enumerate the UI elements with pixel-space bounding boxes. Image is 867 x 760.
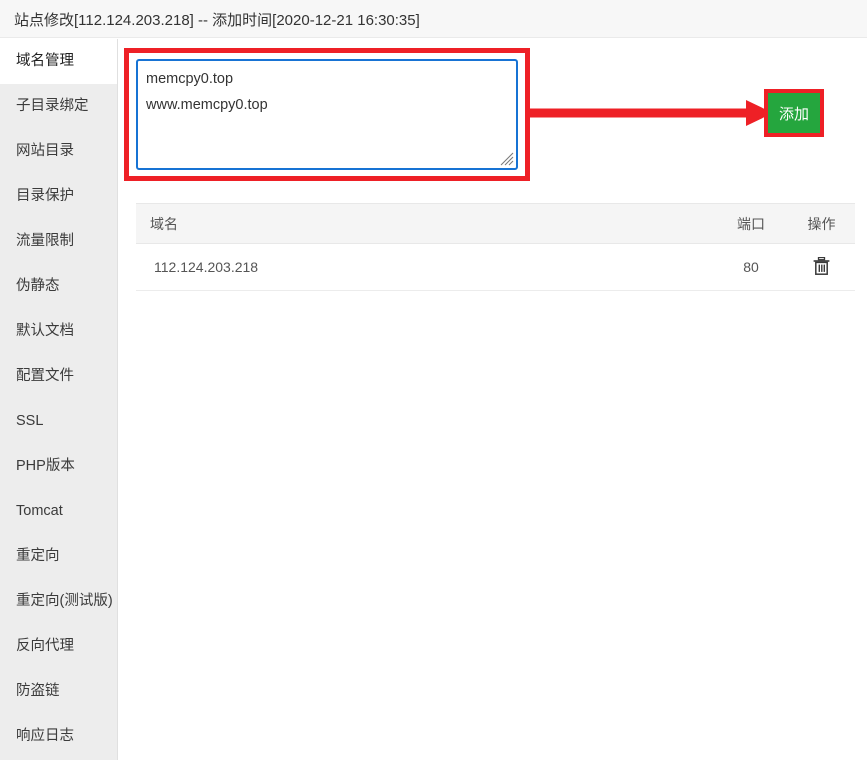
sidebar-item-ssl[interactable]: SSL [0,399,117,444]
sidebar-item-pseudo-static[interactable]: 伪静态 [0,264,117,309]
sidebar-item-label: 默认文档 [16,323,74,339]
delete-domain-button[interactable] [813,256,830,275]
sidebar-item-label: 域名管理 [16,53,74,69]
sidebar-item-php-version[interactable]: PHP版本 [0,444,117,489]
sidebar-item-label: SSL [16,413,44,429]
sidebar-item-response-log[interactable]: 响应日志 [0,714,117,759]
sidebar-item-hotlink-protection[interactable]: 防盗链 [0,669,117,714]
sidebar-item-label: PHP版本 [16,458,75,474]
cell-domain: 112.124.203.218 [136,243,714,291]
cell-port: 80 [714,243,788,291]
sidebar-item-label: 配置文件 [16,368,74,384]
sidebar-item-label: 流量限制 [16,233,74,249]
page-title: 站点修改[112.124.203.218] -- 添加时间[2020-12-21… [14,12,420,29]
sidebar-item-reverse-proxy[interactable]: 反向代理 [0,624,117,669]
table-header-row: 域名 端口 操作 [136,203,855,244]
window-title-bar: 站点修改[112.124.203.218] -- 添加时间[2020-12-21… [0,0,867,38]
sidebar-item-redirect-beta[interactable]: 重定向(测试版) [0,579,117,624]
sidebar-item-label: Tomcat [16,503,63,519]
sidebar-item-label: 响应日志 [16,728,74,744]
sidebar-item-label: 重定向 [16,548,60,564]
sidebar-item-label: 目录保护 [16,188,74,204]
sidebar-item-traffic-limit[interactable]: 流量限制 [0,219,117,264]
column-header-port: 端口 [714,203,788,244]
trash-icon [813,256,830,275]
sidebar-item-subdirectory-binding[interactable]: 子目录绑定 [0,84,117,129]
sidebar-item-label: 子目录绑定 [16,98,89,114]
sidebar-item-label: 防盗链 [16,683,60,699]
table-row: 112.124.203.218 80 [136,243,855,291]
sidebar-item-domain-management[interactable]: 域名管理 [0,39,117,84]
sidebar-item-website-directory[interactable]: 网站目录 [0,129,117,174]
sidebar-nav: 域名管理 子目录绑定 网站目录 目录保护 流量限制 伪静态 默认文档 配置文件 … [0,39,118,760]
sidebar-item-label: 网站目录 [16,143,74,159]
column-header-action: 操作 [788,203,855,244]
cell-action [788,243,855,291]
add-domain-button[interactable]: 添加 [768,93,820,133]
domain-list-table: 域名 端口 操作 112.124.203.218 80 [136,203,855,291]
sidebar-item-label: 伪静态 [16,278,60,294]
sidebar-item-default-document[interactable]: 默认文档 [0,309,117,354]
sidebar-item-directory-protection[interactable]: 目录保护 [0,174,117,219]
domain-input[interactable] [136,59,518,170]
sidebar-item-tomcat[interactable]: Tomcat [0,489,117,534]
sidebar-item-label: 反向代理 [16,638,74,654]
sidebar-item-redirect[interactable]: 重定向 [0,534,117,579]
column-header-domain: 域名 [136,203,714,244]
sidebar-item-label: 重定向(测试版) [16,593,113,609]
sidebar-item-config-file[interactable]: 配置文件 [0,354,117,399]
